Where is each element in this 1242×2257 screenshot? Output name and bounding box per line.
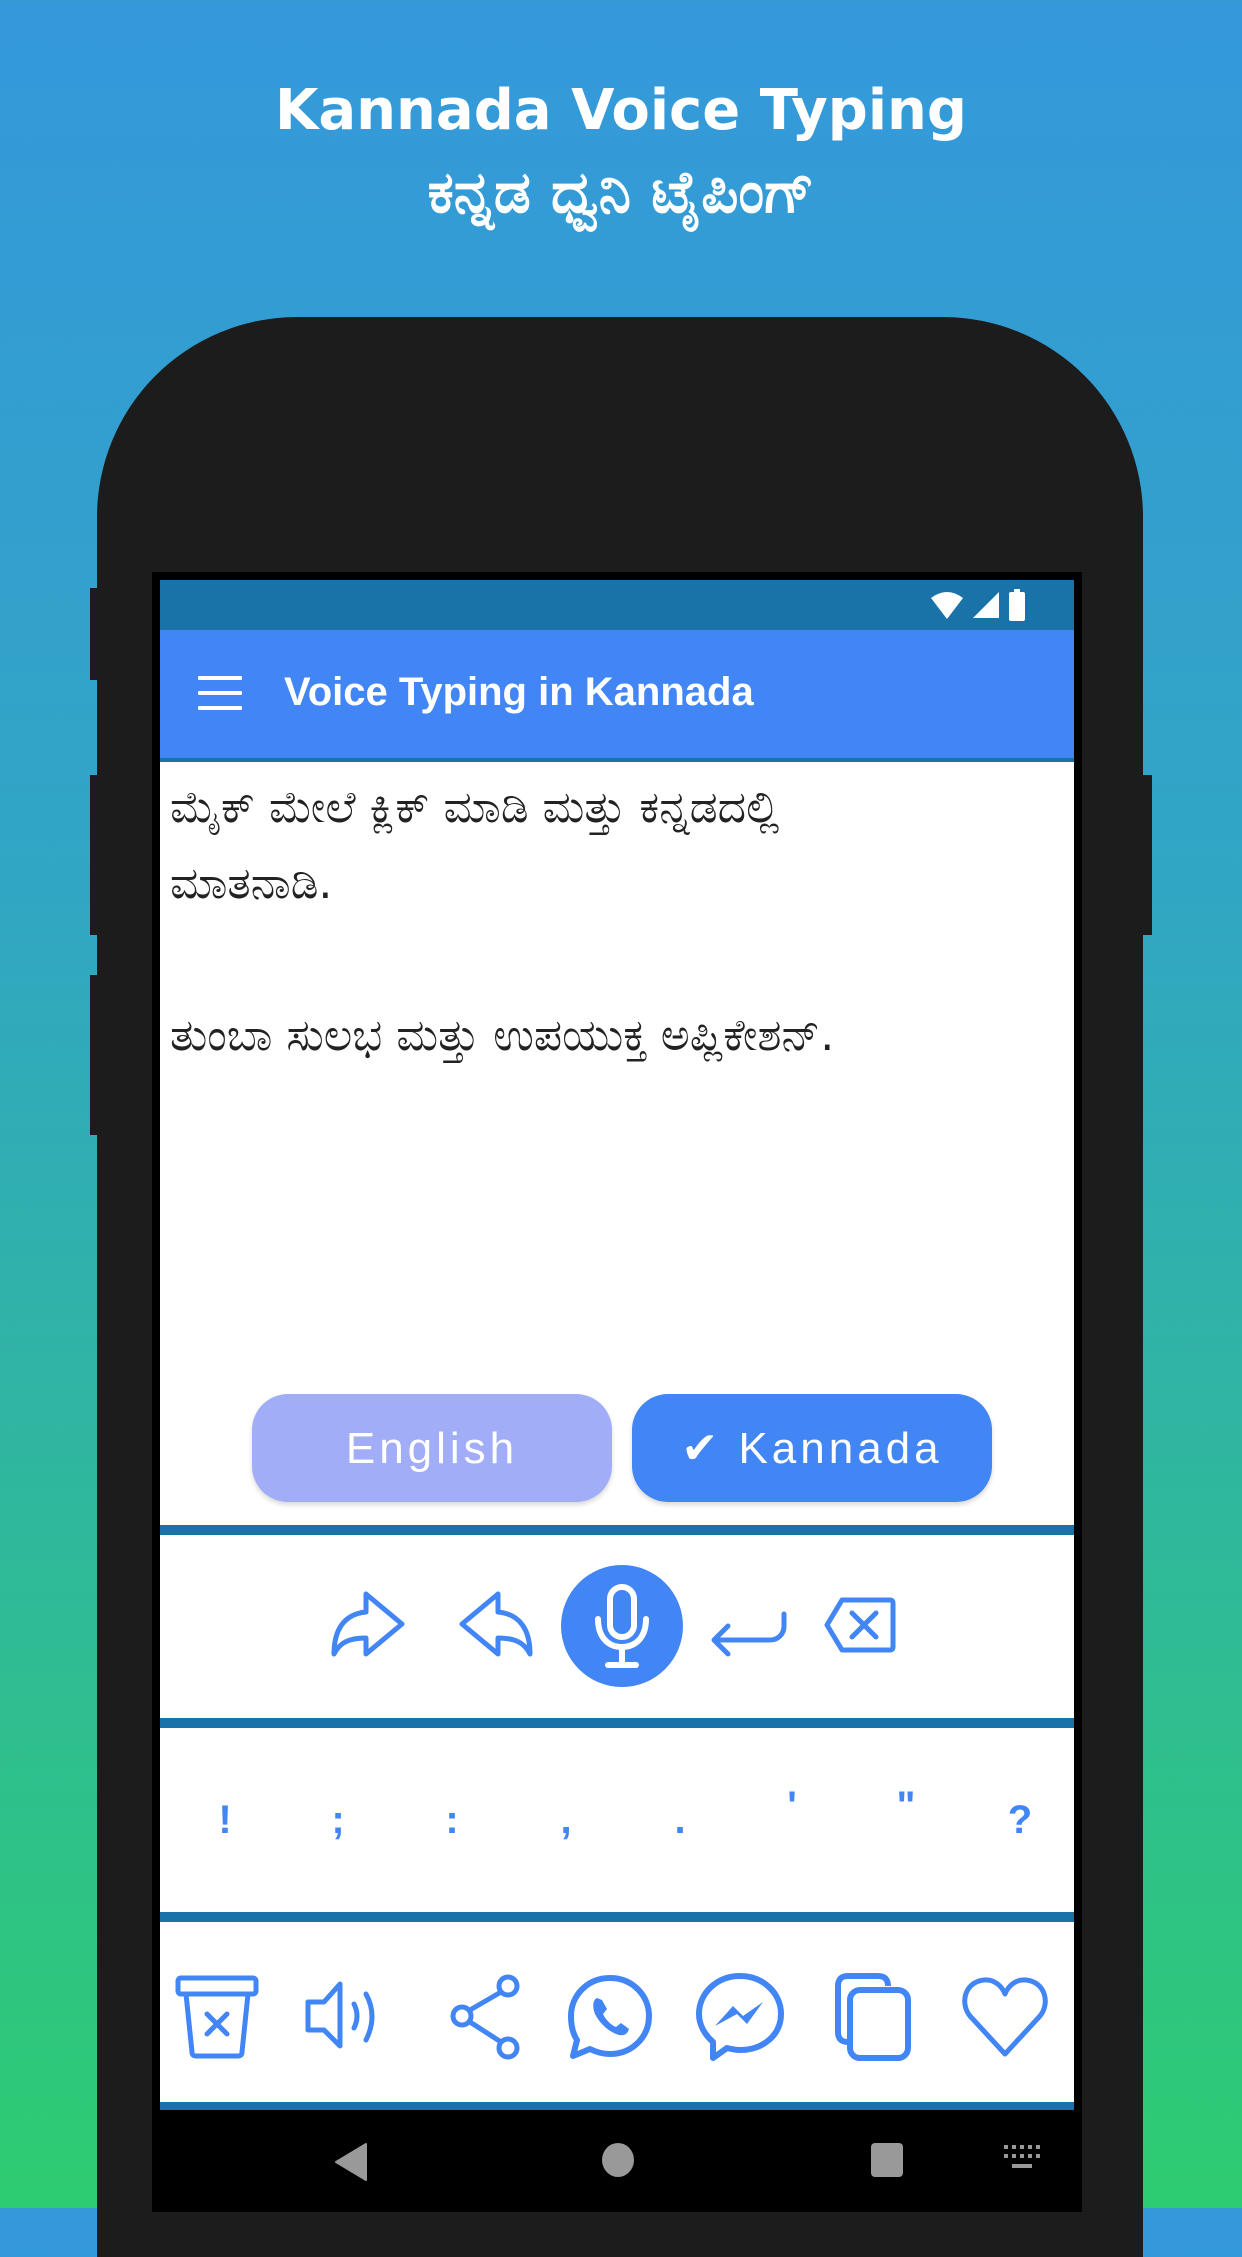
copy-icon[interactable]: [828, 1972, 918, 2062]
punct-key-period[interactable]: .: [650, 1728, 710, 1912]
punctuation-row: ! ; : , . ' " ?: [160, 1728, 1074, 1912]
kannada-language-button[interactable]: ✔ Kannada: [632, 1394, 992, 1502]
promo-title-english: Kannada Voice Typing: [275, 78, 967, 143]
punct-key-comma[interactable]: ,: [536, 1728, 596, 1912]
messenger-icon[interactable]: [695, 1972, 785, 2062]
english-language-button[interactable]: English: [252, 1394, 612, 1502]
backspace-icon[interactable]: [824, 1596, 896, 1654]
status-bar: [160, 580, 1074, 630]
punct-key-apostrophe[interactable]: ': [762, 1714, 822, 1898]
punct-key-colon[interactable]: :: [422, 1728, 482, 1912]
app-title: Voice Typing in Kannada: [284, 670, 754, 714]
microphone-icon: [595, 1584, 649, 1668]
app-bar: Voice Typing in Kannada: [160, 630, 1074, 758]
redo-icon[interactable]: [330, 1590, 406, 1658]
speaker-icon[interactable]: [300, 1972, 390, 2062]
undo-icon[interactable]: [458, 1590, 534, 1658]
keyboard-icon[interactable]: [1003, 2144, 1041, 2172]
promo-title-kannada: ಕನ್ನಡ ಧ್ವನಿ ಟೈಪಿಂಗ್: [427, 158, 815, 226]
clear-icon[interactable]: [172, 1972, 262, 2062]
punct-key-quote[interactable]: ": [876, 1714, 936, 1898]
section-divider: [160, 1525, 1074, 1535]
system-nav-bar: [160, 2110, 1074, 2208]
microphone-button[interactable]: [561, 1565, 683, 1687]
wifi-icon: [931, 592, 963, 619]
punct-key-semicolon[interactable]: ;: [308, 1728, 368, 1912]
share-icon[interactable]: [442, 1972, 532, 2062]
punct-key-question[interactable]: ?: [990, 1728, 1050, 1912]
section-divider: [160, 1912, 1074, 1922]
enter-icon[interactable]: [710, 1610, 790, 1660]
home-icon[interactable]: [601, 2142, 635, 2178]
section-divider: [160, 1718, 1074, 1728]
phone-screen: Voice Typing in Kannada ಮೈಕ್ ಮೇಲೆ ಕ್ಲಿಕ್…: [160, 580, 1074, 2208]
hamburger-menu-icon[interactable]: [198, 674, 242, 714]
cell-signal-icon: [973, 592, 999, 618]
punct-key-exclamation[interactable]: !: [195, 1728, 255, 1912]
section-divider: [160, 2102, 1074, 2110]
back-icon[interactable]: [332, 2142, 368, 2182]
recents-icon[interactable]: [870, 2142, 904, 2178]
battery-icon: [1009, 589, 1025, 621]
favorite-icon[interactable]: [960, 1972, 1050, 2062]
editor-text[interactable]: ಮೈಕ್ ಮೇಲೆ ಕ್ಲಿಕ್ ಮಾಡಿ ಮತ್ತು ಕನ್ನಡದಲ್ಲಿ ಮ…: [170, 770, 1074, 1074]
whatsapp-icon[interactable]: [565, 1972, 655, 2062]
